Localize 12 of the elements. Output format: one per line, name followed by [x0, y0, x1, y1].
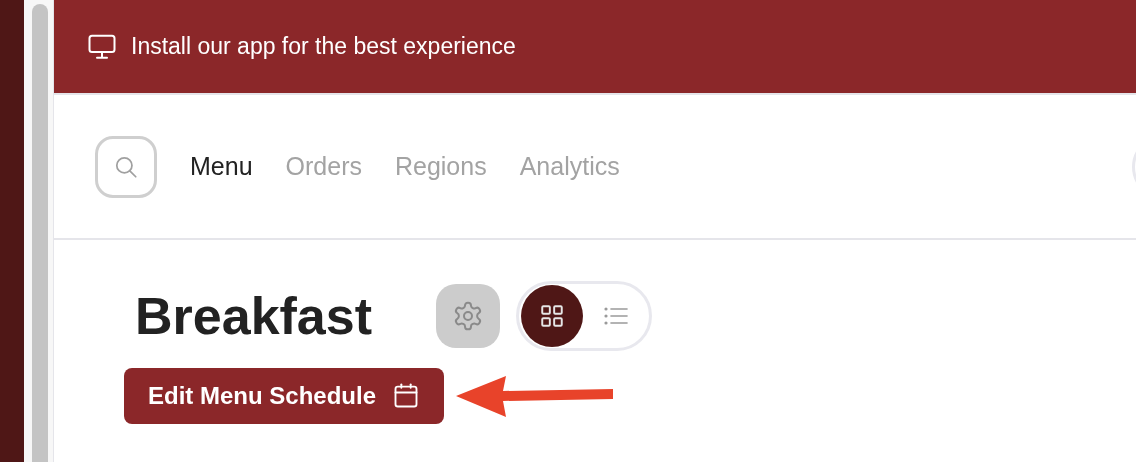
- search-button[interactable]: [95, 135, 157, 198]
- edit-schedule-button[interactable]: Edit Menu Schedule: [124, 368, 445, 424]
- nav-tab[interactable]: Regions: [394, 147, 487, 186]
- banner-text: Install our app for the best experience: [131, 32, 516, 62]
- page-title: Breakfast: [135, 290, 373, 342]
- grid-icon: [539, 303, 566, 329]
- monitor-icon: [87, 32, 117, 61]
- grid-view-button[interactable]: [521, 285, 584, 347]
- nav-tab[interactable]: Analytics: [519, 147, 620, 186]
- settings-button[interactable]: [436, 284, 501, 348]
- nav-tab[interactable]: Orders: [285, 147, 362, 186]
- nav-tab[interactable]: Menu: [190, 147, 253, 186]
